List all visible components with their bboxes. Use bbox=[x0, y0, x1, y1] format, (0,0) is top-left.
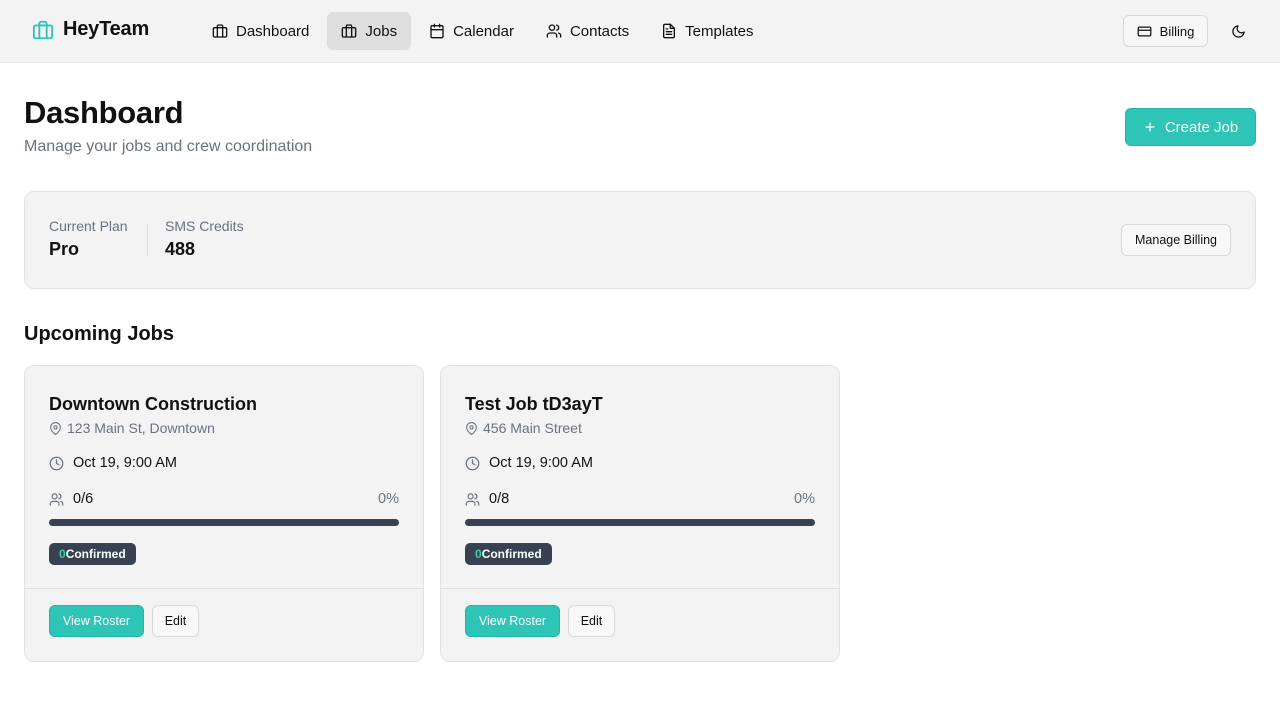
edit-button[interactable]: Edit bbox=[152, 605, 199, 637]
sms-credits: SMS Credits 488 bbox=[165, 218, 244, 260]
sms-credits-value: 488 bbox=[165, 239, 196, 259]
nav-item-dashboard[interactable]: Dashboard bbox=[198, 12, 323, 50]
card-divider bbox=[441, 588, 839, 589]
map-pin-icon bbox=[50, 421, 61, 435]
job-card: Downtown Construction 123 Main St, Downt… bbox=[24, 365, 424, 662]
job-time: Oct 19, 9:00 AM bbox=[49, 455, 177, 471]
job-percent: 0% bbox=[794, 491, 815, 507]
job-progress-bar bbox=[49, 519, 399, 526]
confirmed-label: Confirmed bbox=[481, 547, 542, 561]
job-percent: 0% bbox=[378, 491, 399, 507]
job-crew-count: 0/8 bbox=[489, 491, 510, 507]
edit-button[interactable]: Edit bbox=[568, 605, 615, 637]
card-divider bbox=[25, 588, 423, 589]
view-roster-button[interactable]: View Roster bbox=[465, 605, 560, 637]
view-roster-button[interactable]: View Roster bbox=[49, 605, 144, 637]
confirmed-count: 0 bbox=[59, 547, 66, 561]
job-title[interactable]: Test Job tD3ayT bbox=[465, 394, 603, 415]
confirmed-badge: 0 Confirmed bbox=[465, 543, 552, 565]
nav-item-templates[interactable]: Templates bbox=[647, 12, 767, 50]
plus-icon bbox=[1145, 122, 1155, 132]
job-time-text: Oct 19, 9:00 AM bbox=[73, 455, 177, 471]
confirmed-badge: 0 Confirmed bbox=[49, 543, 136, 565]
current-plan-value: Pro bbox=[49, 239, 80, 259]
users-icon bbox=[49, 492, 64, 506]
sms-credits-label: SMS Credits bbox=[165, 218, 244, 234]
nav-item-jobs[interactable]: Jobs bbox=[327, 12, 412, 50]
briefcase-icon bbox=[32, 20, 54, 39]
job-title[interactable]: Downtown Construction bbox=[49, 394, 257, 415]
nav-item-label: Templates bbox=[685, 22, 754, 40]
plan-card: Current Plan Pro SMS Credits 488 Manage … bbox=[24, 191, 1256, 289]
upcoming-jobs-title: Upcoming Jobs bbox=[24, 323, 175, 345]
nav-item-calendar[interactable]: Calendar bbox=[415, 12, 528, 50]
create-job-button[interactable]: Create Job bbox=[1125, 108, 1256, 146]
job-time: Oct 19, 9:00 AM bbox=[465, 455, 593, 471]
create-job-label: Create Job bbox=[1164, 118, 1239, 136]
map-pin-icon bbox=[466, 421, 477, 435]
divider bbox=[147, 224, 148, 256]
job-address-text: 456 Main Street bbox=[483, 420, 582, 436]
users-icon bbox=[465, 492, 480, 506]
file-text-icon bbox=[663, 23, 676, 39]
credit-card-icon bbox=[1137, 26, 1152, 36]
job-address: 123 Main St, Downtown bbox=[49, 420, 215, 436]
theme-toggle-button[interactable] bbox=[1227, 20, 1249, 42]
nav-item-label: Dashboard bbox=[236, 22, 310, 40]
main-nav: Dashboard Jobs Calendar Contacts Templat… bbox=[198, 12, 768, 50]
brand[interactable]: HeyTeam bbox=[32, 18, 149, 41]
job-progress-bar bbox=[465, 519, 815, 526]
nav-item-label: Calendar bbox=[453, 22, 514, 40]
job-address-text: 123 Main St, Downtown bbox=[67, 420, 215, 436]
current-plan: Current Plan Pro bbox=[49, 218, 128, 260]
job-card: Test Job tD3ayT 456 Main Street Oct 19, … bbox=[440, 365, 840, 662]
clock-icon bbox=[49, 456, 64, 470]
brand-name: HeyTeam bbox=[63, 18, 150, 40]
top-navbar: HeyTeam Dashboard Jobs Calendar Contacts… bbox=[0, 0, 1280, 63]
nav-item-contacts[interactable]: Contacts bbox=[532, 12, 643, 50]
page-subtitle: Manage your jobs and crew coordination bbox=[24, 138, 313, 155]
job-crew: 0/8 bbox=[465, 491, 509, 507]
briefcase-icon bbox=[212, 24, 228, 38]
job-time-text: Oct 19, 9:00 AM bbox=[489, 455, 593, 471]
nav-item-label: Contacts bbox=[569, 22, 630, 40]
confirmed-label: Confirmed bbox=[65, 547, 126, 561]
page-title: Dashboard bbox=[24, 95, 184, 130]
job-crew-count: 0/6 bbox=[73, 491, 94, 507]
job-address: 456 Main Street bbox=[465, 420, 582, 436]
current-plan-label: Current Plan bbox=[49, 218, 128, 234]
calendar-icon bbox=[430, 23, 444, 39]
billing-label: Billing bbox=[1159, 23, 1195, 39]
job-crew: 0/6 bbox=[49, 491, 93, 507]
moon-icon bbox=[1231, 24, 1245, 38]
billing-button[interactable]: Billing bbox=[1123, 15, 1208, 47]
manage-billing-button[interactable]: Manage Billing bbox=[1121, 224, 1231, 256]
users-icon bbox=[546, 24, 562, 38]
clock-icon bbox=[465, 456, 480, 470]
briefcase-icon bbox=[342, 24, 357, 38]
confirmed-count: 0 bbox=[475, 547, 482, 561]
nav-item-label: Jobs bbox=[365, 22, 398, 40]
